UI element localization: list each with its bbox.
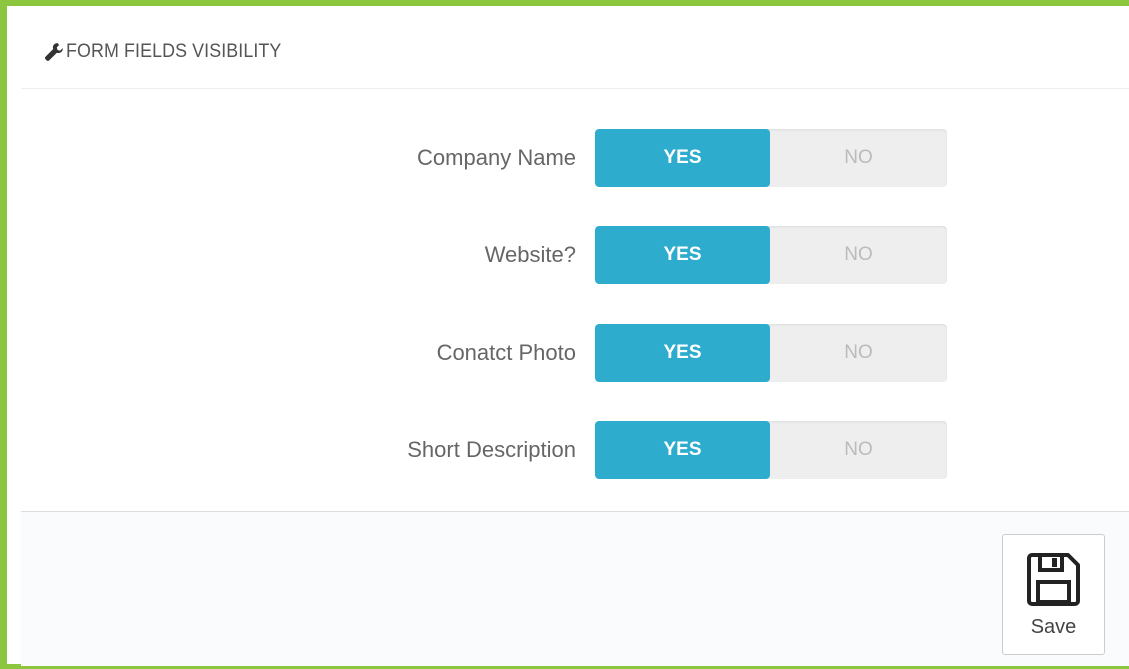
field-label: Conatct Photo xyxy=(436,340,576,365)
contact-photo-yes-option[interactable]: YES xyxy=(595,324,770,382)
panel-footer: Save xyxy=(21,511,1129,666)
field-label: Website? xyxy=(484,242,576,267)
panel-title: FORM FIELDS VISIBILITY xyxy=(66,41,282,62)
form-row-contact-photo: Conatct Photo YES NO xyxy=(21,324,1129,382)
form-row-short-description: Short Description YES NO xyxy=(21,421,1129,479)
contact-photo-toggle[interactable]: YES NO xyxy=(595,324,947,382)
field-label: Short Description xyxy=(407,437,576,462)
company-name-no-option[interactable]: NO xyxy=(770,129,947,187)
form-fields-visibility-panel: FORM FIELDS VISIBILITY Company Name YES … xyxy=(21,21,1129,666)
wrench-icon xyxy=(44,42,64,62)
website-no-option[interactable]: NO xyxy=(770,226,947,284)
company-name-yes-option[interactable]: YES xyxy=(595,129,770,187)
save-button-label: Save xyxy=(1030,616,1077,638)
floppy-disk-icon xyxy=(1025,551,1082,608)
short-description-toggle[interactable]: YES NO xyxy=(595,421,947,479)
contact-photo-no-option[interactable]: NO xyxy=(770,324,947,382)
short-description-yes-option[interactable]: YES xyxy=(595,421,770,479)
save-button[interactable]: Save xyxy=(1002,534,1105,655)
page-frame: FORM FIELDS VISIBILITY Company Name YES … xyxy=(0,0,1129,669)
field-label: Company Name xyxy=(417,145,576,170)
website-toggle[interactable]: YES NO xyxy=(595,226,947,284)
form-row-company-name: Company Name YES NO xyxy=(21,129,1129,187)
short-description-no-option[interactable]: NO xyxy=(770,421,947,479)
website-yes-option[interactable]: YES xyxy=(595,226,770,284)
form-row-website: Website? YES NO xyxy=(21,226,1129,284)
company-name-toggle[interactable]: YES NO xyxy=(595,129,947,187)
panel-heading: FORM FIELDS VISIBILITY xyxy=(21,21,1129,89)
